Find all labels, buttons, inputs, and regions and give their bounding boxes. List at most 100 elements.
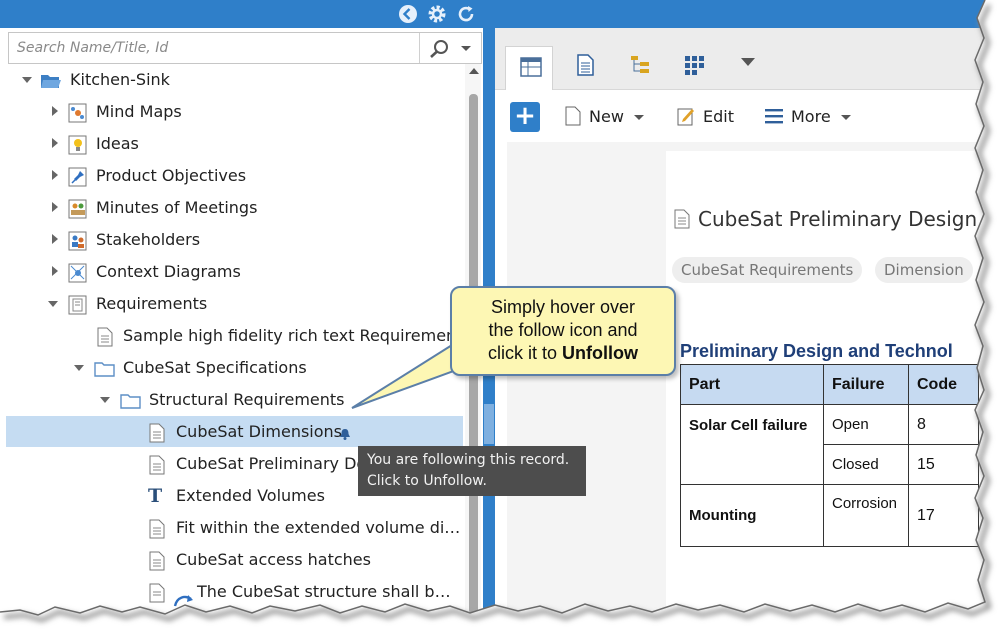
tab-matrix-view[interactable] — [669, 44, 717, 90]
tree-item-label: CubeSat access hatches — [176, 550, 371, 569]
scroll-up-arrow-icon[interactable] — [469, 68, 479, 74]
failure-table: Part Failure Code Solar Cell failure Ope… — [680, 364, 979, 547]
more-button[interactable]: More — [765, 103, 851, 131]
tree-item-label: Ideas — [96, 134, 139, 153]
tree-item-kitchen-sink[interactable]: Kitchen-Sink — [6, 64, 463, 95]
table-header-cell: Code — [908, 364, 979, 405]
tab-tree-view[interactable] — [615, 44, 663, 90]
new-button[interactable]: New — [565, 103, 644, 131]
tooltip-line: Click to Unfollow. — [367, 473, 487, 489]
expand-icon[interactable] — [52, 138, 58, 148]
view-tabs — [495, 28, 985, 91]
search-icon[interactable] — [429, 39, 451, 59]
gear-icon[interactable] — [427, 4, 447, 24]
tree-item-fit-within-volume[interactable]: Fit within the extended volume di… — [6, 512, 463, 543]
open-folder-icon — [40, 70, 61, 90]
folder-icon — [120, 390, 141, 410]
tree-item-label: Kitchen-Sink — [70, 70, 170, 89]
callout-line: click it to Unfollow — [452, 342, 674, 365]
table-cell: Corrosion — [823, 484, 909, 547]
table-cell: 15 — [908, 444, 979, 485]
tag-chip[interactable]: CubeSat Requirements — [672, 257, 863, 283]
collapse-icon[interactable] — [100, 397, 110, 403]
folder-icon — [94, 358, 115, 378]
tooltip-line: You are following this record. — [367, 452, 570, 468]
more-button-label: More — [791, 107, 831, 126]
document-icon — [674, 209, 690, 229]
tree-item-label: Mind Maps — [96, 102, 182, 121]
tree-item-label: The CubeSat structure shall b… — [197, 582, 451, 601]
refresh-icon[interactable] — [456, 4, 476, 24]
tree-item-structure-shall[interactable]: The CubeSat structure shall b… — [6, 576, 463, 607]
table-cell: 8 — [908, 404, 979, 445]
menu-icon — [765, 109, 783, 124]
tree-item-stakeholders[interactable]: Stakeholders — [6, 224, 463, 255]
back-arrow-icon[interactable] — [398, 4, 418, 24]
collapse-icon[interactable] — [74, 365, 84, 371]
expand-icon[interactable] — [52, 234, 58, 244]
document-icon — [577, 54, 594, 76]
tree-item-minutes-of-meetings[interactable]: Minutes of Meetings — [6, 192, 463, 223]
table-cell: Solar Cell failure — [680, 404, 824, 485]
splitter-handle[interactable] — [484, 404, 494, 444]
document-icon — [148, 454, 168, 475]
expand-icon[interactable] — [52, 202, 58, 212]
expand-icon[interactable] — [52, 106, 58, 116]
tree-item-label: CubeSat Dimensions — [176, 422, 343, 441]
tree-item-label: Fit within the extended volume di… — [176, 518, 461, 537]
new-document-icon — [565, 106, 581, 126]
tree-item-product-objectives[interactable]: Product Objectives — [6, 160, 463, 191]
add-button[interactable]: + — [510, 102, 540, 132]
document-icon — [148, 422, 168, 443]
tab-document-view[interactable] — [561, 44, 609, 90]
document-icon — [148, 550, 168, 571]
expand-icon[interactable] — [52, 266, 58, 276]
tree-item-ideas[interactable]: Ideas — [6, 128, 463, 159]
document-title-text: CubeSat Preliminary Design — [698, 207, 978, 231]
search-separator — [419, 33, 420, 63]
callout-text: click it to — [488, 343, 563, 363]
edit-icon — [677, 108, 694, 126]
expand-icon[interactable] — [52, 170, 58, 180]
matrix-icon — [685, 56, 704, 75]
table-header-row: Part Failure Code — [680, 364, 979, 405]
callout-line: the follow icon and — [488, 320, 638, 340]
collapse-icon[interactable] — [48, 301, 58, 307]
follow-bell-icon[interactable] — [339, 421, 351, 440]
more-tabs-icon[interactable] — [741, 58, 755, 66]
tree-view-icon — [631, 56, 649, 73]
table-header-cell: Part — [680, 364, 824, 405]
pin-icon — [68, 166, 88, 187]
edit-button-label: Edit — [703, 107, 734, 126]
tree-item-mind-maps[interactable]: Mind Maps — [6, 96, 463, 127]
callout-emphasis: Unfollow — [562, 343, 638, 363]
tree-item-label: Extended Volumes — [176, 486, 325, 505]
top-bar — [0, 0, 985, 28]
tree-item-access-hatches[interactable]: CubeSat access hatches — [6, 544, 463, 575]
tree-item-context-diagrams[interactable]: Context Diagrams — [6, 256, 463, 287]
collapse-icon[interactable] — [22, 77, 32, 83]
section-heading: Preliminary Design and Technol — [680, 341, 953, 361]
edit-button[interactable]: Edit — [677, 103, 734, 131]
tree-item-label: CubeSat Specifications — [123, 358, 307, 377]
tab-grid-view[interactable] — [505, 46, 553, 91]
stakeholders-icon — [68, 230, 88, 251]
search-options-chevron-down-icon[interactable] — [461, 46, 471, 51]
table-row: Mounting Corrosion 17 — [680, 484, 979, 547]
tag-chip[interactable]: Dimension — [875, 257, 973, 283]
app-window: Kitchen-Sink Mind Maps Ideas — [0, 0, 985, 612]
search-box — [8, 32, 482, 64]
search-input[interactable] — [9, 33, 419, 63]
callout-line: Simply hover over — [490, 297, 636, 317]
document-icon — [96, 326, 116, 347]
document-title: CubeSat Preliminary Design — [674, 207, 977, 231]
new-button-label: New — [589, 107, 624, 126]
tree-item-requirements[interactable]: Requirements — [6, 288, 463, 319]
tree-item-label: Requirements — [96, 294, 208, 313]
requirements-module-icon — [68, 294, 88, 315]
help-callout: Simply hover over the follow icon and cl… — [450, 286, 676, 376]
toolbar: + New Edit More — [495, 90, 985, 142]
meeting-icon — [68, 198, 88, 219]
document-page: CubeSat Preliminary Design CubeSat Requi… — [666, 151, 985, 612]
tree-item-cubesat-dimensions[interactable]: CubeSat Dimensions — [6, 416, 463, 447]
